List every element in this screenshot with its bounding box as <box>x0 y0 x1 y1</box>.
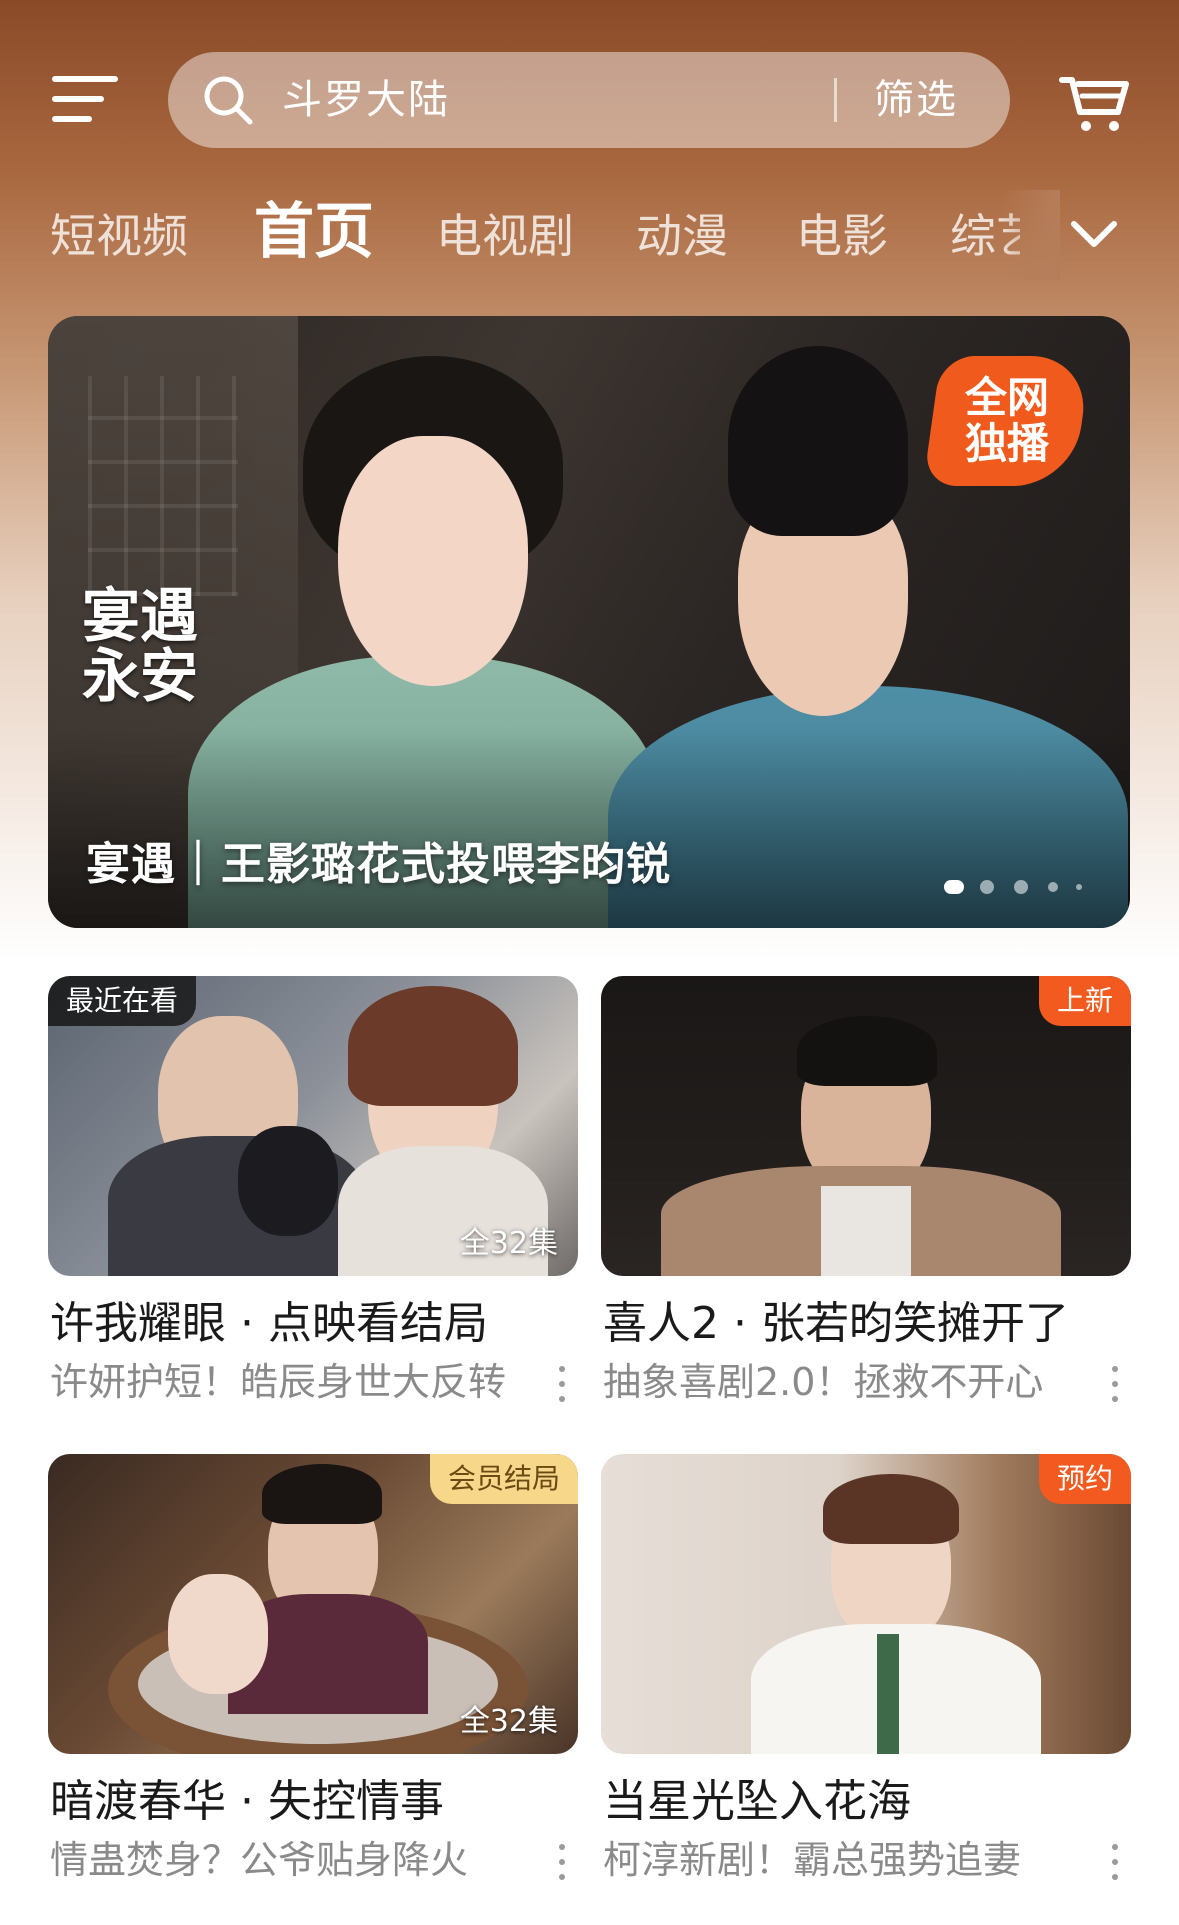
carousel-dot[interactable] <box>1048 882 1058 892</box>
carousel-dot[interactable] <box>1014 880 1028 894</box>
exclusive-badge: 全网独播 <box>922 356 1092 486</box>
carousel-dot[interactable] <box>980 880 994 894</box>
video-card[interactable]: 上新 喜人2 · 张若昀笑摊开了 抽象喜剧2.0！拯救不开心 <box>601 976 1131 1416</box>
search-icon <box>204 76 253 125</box>
top-bar: 斗罗大陆 筛选 <box>0 0 1179 170</box>
video-thumbnail[interactable]: 会员结局 全32集 <box>48 1454 578 1754</box>
filter-button[interactable]: 筛选 <box>874 76 958 124</box>
tab-short-video[interactable]: 短视频 <box>50 208 188 264</box>
more-options-icon[interactable] <box>1109 1364 1121 1404</box>
tab-home[interactable]: 首页 <box>254 196 374 268</box>
more-options-icon[interactable] <box>556 1364 568 1404</box>
menu-icon[interactable] <box>52 76 118 124</box>
video-card[interactable]: 最近在看 全32集 许我耀眼 · 点映看结局 许妍护短！皓辰身世大反转 <box>48 976 578 1416</box>
video-title[interactable]: 许我耀眼 · 点映看结局 <box>50 1296 488 1352</box>
tabs-fade <box>1000 190 1060 280</box>
carousel-dot[interactable] <box>1076 884 1082 890</box>
banner-figure-woman-face <box>338 436 528 686</box>
vip-ending-tag: 会员结局 <box>429 1454 578 1504</box>
banner-shade <box>48 728 1130 928</box>
video-title[interactable]: 暗渡春华 · 失控情事 <box>50 1774 444 1830</box>
reservation-tag: 预约 <box>1038 1454 1131 1504</box>
video-subtitle: 情蛊焚身？公爷贴身降火 <box>50 1838 469 1882</box>
carousel-dots <box>944 876 1104 896</box>
search-bar[interactable]: 斗罗大陆 筛选 <box>168 52 1010 148</box>
recently-watched-tag: 最近在看 <box>48 976 197 1026</box>
tab-tv-series[interactable]: 电视剧 <box>436 208 574 264</box>
banner-figure-man-hat <box>728 346 908 536</box>
episode-count: 全32集 <box>459 1704 558 1739</box>
video-title[interactable]: 喜人2 · 张若昀笑摊开了 <box>603 1296 1069 1352</box>
banner-title-art: 宴遇永安 <box>82 582 199 710</box>
video-thumbnail[interactable]: 最近在看 全32集 <box>48 976 578 1276</box>
search-input[interactable]: 斗罗大陆 <box>282 76 450 124</box>
video-subtitle: 许妍护短！皓辰身世大反转 <box>50 1360 507 1404</box>
hero-banner[interactable]: 宴遇永安 全网独播 宴遇｜王影璐花式投喂李昀锐 <box>48 316 1130 928</box>
video-subtitle: 抽象喜剧2.0！拯救不开心 <box>603 1360 1044 1404</box>
new-release-tag: 上新 <box>1038 976 1131 1026</box>
search-divider <box>834 78 837 122</box>
video-card[interactable]: 会员结局 全32集 暗渡春华 · 失控情事 情蛊焚身？公爷贴身降火 <box>48 1454 578 1894</box>
video-subtitle: 柯淳新剧！霸总强势追妻 <box>603 1838 1022 1882</box>
video-thumbnail[interactable]: 上新 <box>601 976 1131 1276</box>
cart-icon[interactable] <box>1056 60 1134 138</box>
video-title[interactable]: 当星光坠入花海 <box>603 1774 911 1830</box>
video-thumbnail[interactable]: 预约 <box>601 1454 1131 1754</box>
chevron-down-icon[interactable] <box>1068 208 1120 260</box>
more-options-icon[interactable] <box>556 1842 568 1882</box>
tab-movie[interactable]: 电影 <box>796 208 888 264</box>
more-options-icon[interactable] <box>1109 1842 1121 1882</box>
tab-anime[interactable]: 动漫 <box>636 208 728 264</box>
episode-count: 全32集 <box>459 1226 558 1261</box>
carousel-dot[interactable] <box>944 880 964 894</box>
exclusive-badge-label: 全网独播 <box>964 373 1049 468</box>
video-card[interactable]: 预约 当星光坠入花海 柯淳新剧！霸总强势追妻 <box>601 1454 1131 1894</box>
category-tabs: 短视频 首页 电视剧 动漫 电影 综艺 <box>0 190 1179 280</box>
banner-caption: 宴遇｜王影璐花式投喂李昀锐 <box>86 839 671 890</box>
